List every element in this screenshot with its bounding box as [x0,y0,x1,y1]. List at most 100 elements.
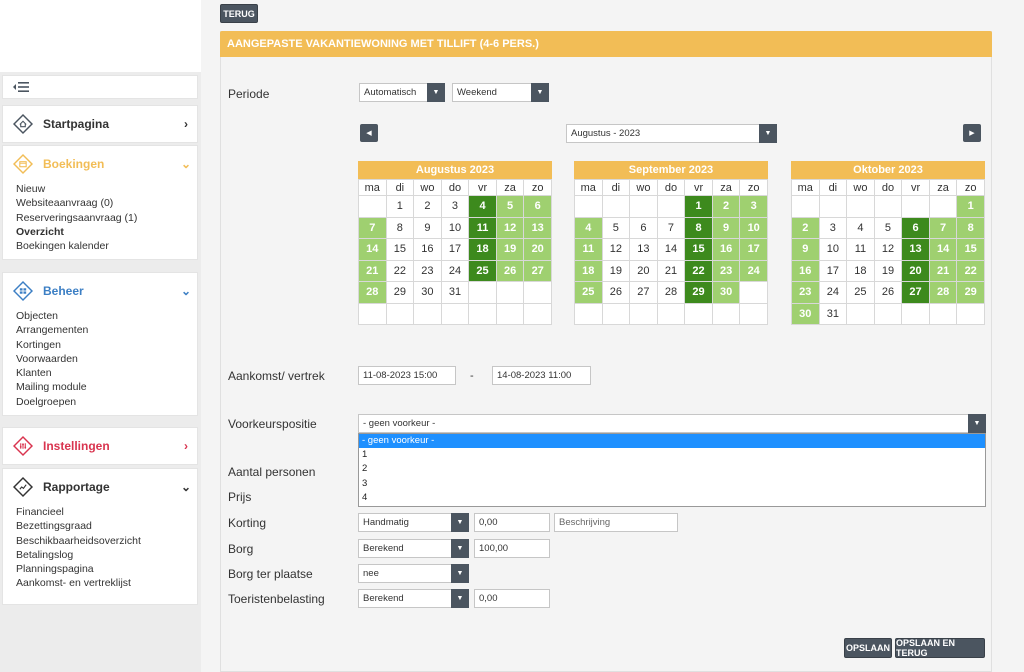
calendar-day[interactable]: 20 [523,238,552,261]
calendar-day[interactable]: 13 [629,238,658,261]
calendar-day[interactable]: 18 [846,259,875,282]
toeristen-value-input[interactable]: 0,00 [474,589,550,608]
vertrek-input[interactable]: 14-08-2023 11:00 [492,366,591,385]
calendar-day[interactable]: 19 [873,259,903,282]
calendar-day[interactable]: 30 [791,302,820,325]
calendar-day[interactable]: 11 [574,238,603,261]
calendar-day[interactable]: 3 [818,216,848,239]
chevron-down-icon[interactable]: ⌄ [175,480,197,494]
prev-month-button[interactable]: ◀ [360,124,378,142]
calendar-day[interactable]: 1 [956,195,985,218]
calendar-day[interactable]: 12 [601,238,631,261]
caret-down-icon[interactable]: ▼ [531,83,549,102]
calendar-day[interactable]: 16 [413,238,442,261]
calendar-day[interactable]: 8 [956,216,985,239]
calendar-day[interactable]: 16 [711,238,741,261]
calendar-day[interactable]: 5 [873,216,903,239]
sidebar-item[interactable]: Planningspagina [16,562,197,576]
calendar-day[interactable]: 28 [656,281,686,304]
calendar-day[interactable]: 9 [791,238,820,261]
caret-down-icon[interactable]: ▼ [451,589,469,608]
back-button[interactable]: TERUG [220,4,258,23]
dropdown-option[interactable]: - geen voorkeur - [359,434,985,449]
sidebar-item[interactable]: Kortingen [16,338,197,352]
calendar-day[interactable]: 4 [468,195,497,218]
sidebar-section-startpagina[interactable]: Startpagina › [2,105,198,143]
calendar-day[interactable]: 8 [385,216,415,239]
calendar-day[interactable]: 7 [928,216,958,239]
borg-mode-select[interactable]: Berekend ▼ [358,539,469,558]
sidebar-label-instellingen[interactable]: Instellingen [43,439,175,453]
calendar-day[interactable]: 24 [818,281,848,304]
calendar-day[interactable]: 13 [523,216,552,239]
sidebar-item[interactable]: Objecten [16,309,197,323]
calendar-day[interactable]: 29 [385,281,415,304]
calendar-day[interactable]: 19 [495,238,525,261]
calendar-day[interactable]: 6 [523,195,552,218]
save-button[interactable]: OPSLAAN [844,638,892,658]
chevron-right-icon[interactable]: › [175,117,197,131]
sidebar-item[interactable]: Nieuw [16,182,197,196]
calendar-day[interactable]: 18 [468,238,497,261]
dropdown-option[interactable]: 1 [359,448,985,462]
calendar-day[interactable]: 21 [358,259,387,282]
calendar-day[interactable]: 27 [629,281,658,304]
calendar-day[interactable]: 31 [818,302,848,325]
calendar-day[interactable]: 27 [523,259,552,282]
calendar-day[interactable]: 29 [956,281,985,304]
calendar-day[interactable]: 22 [684,259,713,282]
sidebar-item[interactable]: Bezettingsgraad [16,519,197,533]
calendar-day[interactable]: 15 [385,238,415,261]
calendar-day[interactable]: 23 [711,259,741,282]
caret-down-icon[interactable]: ▼ [968,414,986,433]
sidebar-item[interactable]: Beschikbaarheidsoverzicht [16,534,197,548]
calendar-day[interactable]: 11 [846,238,875,261]
calendar-day[interactable]: 23 [791,281,820,304]
sidebar-label-startpagina[interactable]: Startpagina [43,117,175,131]
calendar-day[interactable]: 10 [440,216,470,239]
calendar-day[interactable]: 20 [901,259,930,282]
sidebar-item[interactable]: Financieel [16,505,197,519]
calendar-day[interactable]: 26 [601,281,631,304]
calendar-day[interactable]: 2 [413,195,442,218]
sidebar-label-rapportage[interactable]: Rapportage [43,480,175,494]
calendar-day[interactable]: 25 [846,281,875,304]
calendar-day[interactable]: 2 [711,195,741,218]
aankomst-input[interactable]: 11-08-2023 15:00 [358,366,456,385]
calendar-day[interactable]: 21 [928,259,958,282]
calendar-day[interactable]: 15 [956,238,985,261]
calendar-day[interactable]: 17 [818,259,848,282]
sidebar-item[interactable]: Overzicht [16,225,197,239]
borg-plaatse-select[interactable]: nee ▼ [358,564,469,583]
dropdown-option[interactable]: 4 [359,491,985,505]
calendar-day[interactable]: 7 [656,216,686,239]
sidebar-item[interactable]: Aankomst- en vertreklijst [16,576,197,590]
calendar-day[interactable]: 14 [358,238,387,261]
periode-type-select[interactable]: Weekend ▼ [452,83,549,102]
caret-down-icon[interactable]: ▼ [451,564,469,583]
calendar-day[interactable]: 26 [495,259,525,282]
caret-down-icon[interactable]: ▼ [451,513,469,532]
calendar-day[interactable]: 8 [684,216,713,239]
calendar-day[interactable]: 3 [440,195,470,218]
korting-description-input[interactable]: Beschrijving [554,513,678,532]
caret-left-icon[interactable]: ◀ [366,129,371,137]
calendar-day[interactable]: 9 [711,216,741,239]
calendar-day[interactable]: 16 [791,259,820,282]
periode-mode-select[interactable]: Automatisch ▼ [359,83,445,102]
calendar-day[interactable]: 25 [574,281,603,304]
calendar-day[interactable]: 1 [385,195,415,218]
sidebar-item[interactable]: Klanten [16,366,197,380]
sidebar-section-instellingen[interactable]: Instellingen › [2,427,198,465]
calendar-day[interactable]: 17 [440,238,470,261]
dropdown-option[interactable]: 3 [359,477,985,491]
calendar-day[interactable]: 24 [739,259,768,282]
calendar-day[interactable]: 15 [684,238,713,261]
calendar-day[interactable]: 6 [629,216,658,239]
calendar-day[interactable]: 4 [846,216,875,239]
sidebar-item[interactable]: Boekingen kalender [16,239,197,253]
menu-collapse-icon[interactable] [13,82,29,92]
calendar-day[interactable]: 30 [413,281,442,304]
calendar-day[interactable]: 21 [656,259,686,282]
calendar-day[interactable]: 31 [440,281,470,304]
